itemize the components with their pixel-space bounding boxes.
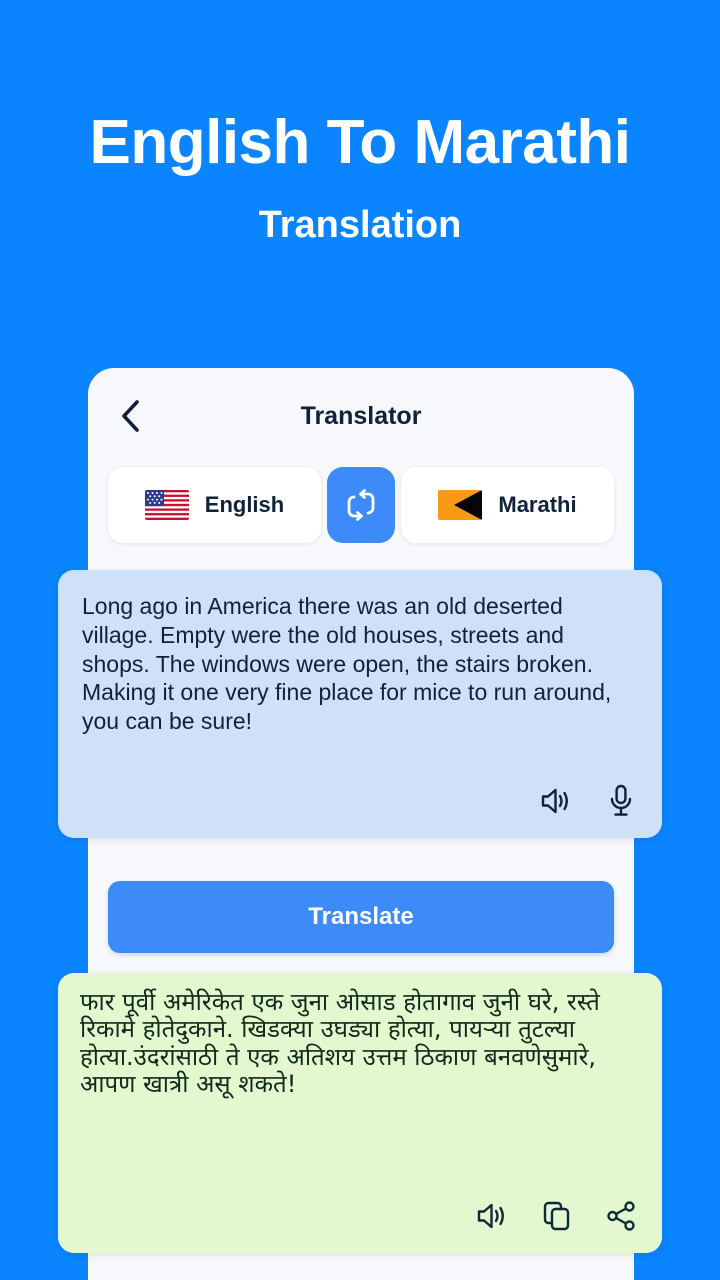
microphone-icon bbox=[610, 784, 632, 816]
us-flag-icon bbox=[144, 490, 189, 520]
swap-languages-button[interactable] bbox=[327, 467, 395, 543]
target-language-chip[interactable]: Marathi bbox=[401, 467, 614, 543]
source-text-panel[interactable]: Long ago in America there was an old des… bbox=[58, 570, 662, 838]
swap-repeat-icon bbox=[347, 489, 375, 521]
back-button[interactable] bbox=[102, 388, 158, 444]
share-translation-button[interactable] bbox=[602, 1197, 640, 1235]
speak-source-button[interactable] bbox=[538, 782, 576, 820]
app-bar-title: Translator bbox=[300, 401, 422, 430]
voice-input-button[interactable] bbox=[602, 782, 640, 820]
copy-icon bbox=[543, 1201, 570, 1231]
target-language-label: Marathi bbox=[498, 492, 577, 517]
speaker-icon bbox=[541, 788, 568, 814]
copy-translation-button[interactable] bbox=[538, 1197, 576, 1235]
source-language-chip[interactable]: English bbox=[108, 467, 321, 543]
translated-text-panel[interactable]: फार पूर्वी अमेरिकेत एक जुना ओसाड होतागाव… bbox=[58, 973, 662, 1253]
promo-title: English To Marathi bbox=[89, 108, 631, 177]
speak-translation-button[interactable] bbox=[474, 1197, 512, 1235]
translated-panel-actions bbox=[474, 1197, 640, 1235]
marathi-flag-icon bbox=[438, 490, 483, 520]
source-language-label: English bbox=[204, 492, 285, 517]
promo-subtitle: Translation bbox=[258, 204, 462, 246]
chevron-left-icon bbox=[122, 400, 139, 432]
translate-button[interactable]: Translate bbox=[108, 881, 614, 953]
promo-header: English To Marathi Translation bbox=[0, 0, 720, 246]
translated-text: फार पूर्वी अमेरिकेत एक जुना ओसाड होतागाव… bbox=[80, 988, 600, 1099]
speaker-icon bbox=[477, 1203, 504, 1229]
source-panel-actions bbox=[538, 782, 640, 820]
share-icon bbox=[607, 1201, 635, 1231]
language-selector-row: English Marathi bbox=[108, 467, 614, 543]
app-bar: Translator bbox=[88, 368, 634, 464]
source-text[interactable]: Long ago in America there was an old des… bbox=[58, 570, 662, 736]
